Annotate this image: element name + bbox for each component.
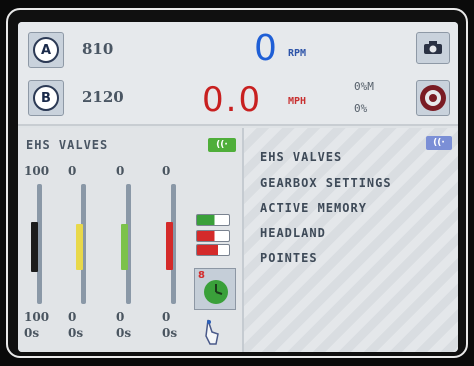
- slip-percent-top: 0%M: [354, 80, 374, 93]
- speed-unit: MPH: [288, 96, 307, 107]
- letter-a-icon: A: [33, 37, 59, 63]
- button-b-value: 2120: [82, 88, 124, 106]
- button-a-value: 810: [82, 40, 114, 58]
- valve-4-top: 0: [162, 164, 171, 178]
- pto-icon: [420, 85, 446, 111]
- valve-3-bar: [121, 224, 128, 270]
- rpm-unit: RPM: [288, 48, 307, 59]
- valve-3-time: 0s: [116, 326, 132, 340]
- valve-1-time: 0s: [24, 326, 40, 340]
- menu-item-active-memory[interactable]: ACTIVE MEMORY: [260, 201, 367, 215]
- hand-tap-icon: [205, 319, 219, 345]
- ehs-valves-panel: EHS VALVES ((· 100 0 0 0 100 0 0 0 0s 0s…: [18, 128, 242, 352]
- rpm-value: 0: [254, 28, 277, 69]
- menu-item-pointes[interactable]: POINTES: [260, 251, 318, 265]
- slip-percent-bottom: 0%: [354, 102, 368, 115]
- menu-panel: ((· EHS VALVES GEARBOX SETTINGS ACTIVE M…: [244, 128, 458, 352]
- ehs-expand-button[interactable]: ((·: [208, 138, 236, 152]
- valve-toggle-red-bottom[interactable]: [196, 244, 230, 256]
- clock-icon: [204, 280, 228, 304]
- valve-toggle-red-top[interactable]: [196, 230, 230, 242]
- speed-value: 0.0: [202, 80, 263, 120]
- camera-button[interactable]: [416, 32, 450, 64]
- header-panel: A 810 B 2120 0 RPM 0.0 MPH 0%M 0%: [18, 22, 458, 126]
- valve-4-time: 0s: [162, 326, 178, 340]
- timer-button[interactable]: 8: [194, 268, 236, 310]
- menu-item-ehs-valves[interactable]: EHS VALVES: [260, 150, 342, 164]
- button-a[interactable]: A: [28, 32, 64, 68]
- button-b[interactable]: B: [28, 80, 64, 116]
- ehs-panel-title: EHS VALVES: [26, 138, 109, 152]
- terminal-screen: A 810 B 2120 0 RPM 0.0 MPH 0%M 0% EHS VA…: [18, 22, 458, 352]
- valve-3-top: 0: [116, 164, 125, 178]
- menu-collapse-button[interactable]: ((·: [426, 136, 452, 150]
- pto-button[interactable]: [416, 80, 450, 116]
- valve-1-top: 100: [24, 164, 50, 178]
- valve-2-bar: [76, 224, 83, 270]
- letter-b-icon: B: [33, 85, 59, 111]
- valve-2-time: 0s: [68, 326, 84, 340]
- menu-item-headland[interactable]: HEADLAND: [260, 226, 326, 240]
- valve-3-bottom: 0: [116, 310, 125, 324]
- camera-icon: [424, 41, 442, 54]
- valve-2-bottom: 0: [68, 310, 77, 324]
- menu-item-gearbox-settings[interactable]: GEARBOX SETTINGS: [260, 176, 392, 190]
- valve-1-bar: [31, 222, 38, 272]
- valve-4-bottom: 0: [162, 310, 171, 324]
- valve-2-top: 0: [68, 164, 77, 178]
- valve-1-bottom: 100: [24, 310, 50, 324]
- valve-4-bar: [166, 222, 173, 270]
- valve-toggle-green[interactable]: [196, 214, 230, 226]
